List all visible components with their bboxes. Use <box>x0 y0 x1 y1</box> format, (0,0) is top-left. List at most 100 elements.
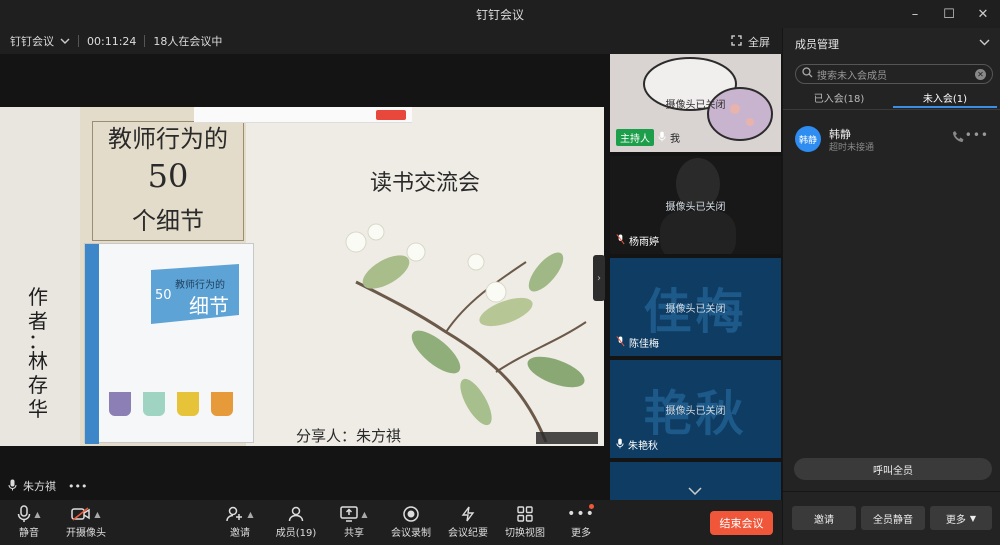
fullscreen-label: 全屏 <box>748 36 770 49</box>
video-tile[interactable]: 佳梅 摄像头已关闭 陈佳梅 <box>610 258 781 356</box>
book-title-line3: 个细节 <box>132 207 204 235</box>
meeting-info-bar: 钉钉会议 00:11:24 18人在会议中 <box>0 28 782 54</box>
phone-icon[interactable] <box>952 130 965 146</box>
cover-pot <box>177 392 199 416</box>
end-meeting-button[interactable]: 结束会议 <box>710 511 773 535</box>
search-icon <box>802 67 813 81</box>
divider <box>783 491 1000 492</box>
camera-off-text: 摄像头已关闭 <box>665 304 726 315</box>
tile-label: 主持人 我 <box>616 129 680 146</box>
flower-illustration <box>345 223 587 442</box>
presenter-end-button[interactable] <box>376 110 406 120</box>
bottom-toolbar: ▲ 静音 ▲ 开摄像头 ▲ 邀请 成员(19) ▲ 共享 会议录制 会议纪要 切… <box>0 500 782 545</box>
mute-button[interactable]: ▲ 静音 <box>0 504 58 539</box>
mic-muted-icon <box>616 233 625 248</box>
share-screen-icon: ▲ <box>325 504 383 524</box>
divider <box>144 35 146 47</box>
book-title-line2: 50 <box>147 157 189 195</box>
more-label: 更多 <box>571 528 591 539</box>
member-more-button[interactable]: ••• <box>965 128 989 142</box>
members-button[interactable]: 成员(19) <box>267 504 325 539</box>
avatar: 韩静 <box>795 126 821 152</box>
collapse-panel-button[interactable] <box>979 35 990 49</box>
more-button[interactable]: ••• 更多 <box>552 504 610 539</box>
video-tile[interactable]: 艳秋 摄像头已关闭 朱艳秋 <box>610 360 781 458</box>
presenter-line: 分享人：朱方祺 <box>296 427 402 445</box>
cover-pot <box>109 392 131 416</box>
chevron-down-icon[interactable] <box>60 35 70 48</box>
member-status: 超时未接通 <box>829 143 875 153</box>
layout-button[interactable]: 切换视图 <box>496 504 554 539</box>
camera-off-text: 摄像头已关闭 <box>665 406 726 417</box>
video-tile[interactable]: 摄像头已关闭 杨雨婷 <box>610 156 781 254</box>
member-list-item[interactable]: 韩静 韩静 超时未接通 ••• <box>795 124 991 154</box>
mic-muted-icon <box>616 335 625 350</box>
cover-subtitle: 细节 <box>189 294 229 318</box>
camera-off-text: 摄像头已关闭 <box>665 202 726 213</box>
window-title: 钉钉会议 <box>475 7 524 22</box>
members-label: 成员(19) <box>275 528 317 539</box>
book-cover-image: 教师行为的 50 细节 <box>84 243 254 444</box>
mic-icon <box>616 438 624 452</box>
cover-spine <box>85 244 99 444</box>
video-tile[interactable]: 摄像头已关闭 主持人 我 <box>610 54 781 152</box>
participant-name: 杨雨婷 <box>629 237 659 248</box>
participant-name: 朱艳秋 <box>628 441 658 452</box>
add-user-icon: ▲ <box>211 504 269 524</box>
shared-slide: 教师行为的 50 个细节 读书交流会 教师行为的 50 细节 作 者 ： 林 存… <box>0 107 604 446</box>
host-badge: 主持人 <box>616 129 654 146</box>
panel-more-label: 更多 <box>945 514 966 526</box>
cover-pot <box>211 392 233 416</box>
tab-joined[interactable]: 已入会(18) <box>787 90 891 108</box>
mute-label: 静音 <box>19 528 39 539</box>
fullscreen-button[interactable]: 全屏 <box>731 34 770 50</box>
close-button[interactable]: ✕ <box>966 0 1000 28</box>
camera-off-icon: ▲ <box>57 504 115 524</box>
collapse-strip-button[interactable]: › <box>593 255 605 301</box>
cover-pot <box>143 392 165 416</box>
minimize-button[interactable]: – <box>898 0 932 28</box>
member-search[interactable]: 搜索未入会成员 ✕ <box>795 64 993 84</box>
members-icon <box>267 504 325 524</box>
share-button[interactable]: ▲ 共享 <box>325 504 383 539</box>
speaker-name: 朱方祺 <box>23 480 56 493</box>
video-strip: 摄像头已关闭 主持人 我 摄像头已关闭 杨雨婷 佳梅 摄像头已关闭 陈佳梅 艳秋… <box>607 54 782 500</box>
active-speaker: 朱方祺 ••• <box>8 478 87 494</box>
book-title-line1: 教师行为的 <box>108 125 228 153</box>
scroll-down-button[interactable] <box>688 484 702 498</box>
cover-number: 50 <box>155 288 172 303</box>
panel-more-button[interactable]: 更多 ▼ <box>930 506 992 530</box>
member-management-panel: 成员管理 搜索未入会成员 ✕ 已入会(18) 未入会(1) 韩静 韩静 超时未接… <box>782 28 1000 545</box>
caret-down-icon: ▼ <box>969 513 977 523</box>
search-placeholder: 搜索未入会成员 <box>817 70 887 82</box>
invite-button[interactable]: ▲ 邀请 <box>211 504 269 539</box>
record-icon <box>382 504 440 524</box>
chevron-down-icon <box>979 39 990 46</box>
layout-label: 切换视图 <box>505 528 545 539</box>
camera-off-text: 摄像头已关闭 <box>665 100 726 111</box>
camera-button[interactable]: ▲ 开摄像头 <box>57 504 115 539</box>
call-all-button[interactable]: 呼叫全员 <box>794 458 992 480</box>
chevron-right-icon: › <box>597 272 601 284</box>
notification-dot <box>589 504 594 509</box>
participant-count: 18人在会议中 <box>153 35 223 48</box>
meeting-name[interactable]: 钉钉会议 <box>10 33 54 49</box>
clear-search-icon[interactable]: ✕ <box>975 69 986 80</box>
camera-label: 开摄像头 <box>66 528 106 539</box>
participant-name: 陈佳梅 <box>629 339 659 350</box>
tile-label: 朱艳秋 <box>616 437 658 452</box>
invite-label: 邀请 <box>230 528 250 539</box>
tab-divider <box>783 109 1000 110</box>
invite-panel-button[interactable]: 邀请 <box>792 506 856 530</box>
cover-title: 教师行为的 <box>175 280 225 291</box>
mic-icon <box>8 479 17 494</box>
minutes-button[interactable]: 会议纪要 <box>439 504 497 539</box>
panel-title: 成员管理 <box>795 38 839 51</box>
maximize-button[interactable]: ☐ <box>932 0 966 28</box>
tab-not-joined[interactable]: 未入会(1) <box>893 90 997 108</box>
record-button[interactable]: 会议录制 <box>382 504 440 539</box>
mic-icon: ▲ <box>0 504 58 524</box>
minutes-label: 会议纪要 <box>448 528 488 539</box>
mute-all-button[interactable]: 全员静音 <box>861 506 925 530</box>
speaker-more-button[interactable]: ••• <box>68 480 87 493</box>
